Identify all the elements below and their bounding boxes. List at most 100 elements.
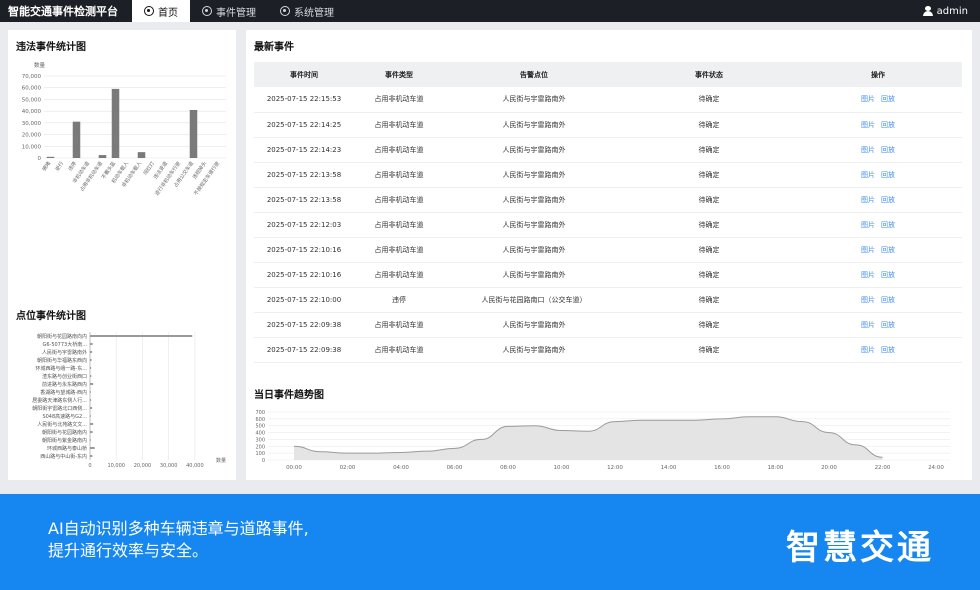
image-link[interactable]: 图片 <box>861 196 875 204</box>
playback-link[interactable]: 回放 <box>881 95 895 103</box>
location-bar-chart: 0 10,000 20,000 30,000 40,000 数量 朝阳街与花园路南向内G6-… <box>32 332 226 469</box>
x-tick-label: 02:00 <box>340 465 356 471</box>
playback-link[interactable]: 回放 <box>881 221 895 229</box>
cell-time: 2025-07-15 22:13:58 <box>254 187 354 213</box>
x-tick-label: 违停 <box>67 160 78 172</box>
x-tick-label: 00:00 <box>286 465 302 471</box>
playback-link[interactable]: 回放 <box>881 171 895 179</box>
col-time: 事件时间 <box>254 62 354 87</box>
table-row: 2025-07-15 22:15:53 占用非机动车道 人民街与宇雷路南外 待确定 图片… <box>254 87 962 113</box>
cell-status: 待确定 <box>624 187 794 213</box>
cell-type: 占用非机动车道 <box>354 237 444 263</box>
image-link[interactable]: 图片 <box>861 321 875 329</box>
x-tick-label: 30,000 <box>160 463 178 469</box>
playback-link[interactable]: 回放 <box>881 196 895 204</box>
x-tick-label: 逆行 <box>54 160 65 172</box>
banner-line-2: 提升通行效率与安全。 <box>48 541 209 560</box>
bar <box>90 375 92 377</box>
cell-status: 待确定 <box>624 212 794 238</box>
cell-actions: 图片 回放 <box>794 212 962 238</box>
x-tick-label: 12:00 <box>607 465 623 471</box>
nav-event-management-label: 事件管理 <box>216 7 256 19</box>
y-tick-label: 20,000 <box>22 133 42 139</box>
image-link[interactable]: 图片 <box>861 121 875 129</box>
violation-bar-chart: 数量 0 10,000 20,000 30,000 40,000 50,000 60,000 7… <box>22 61 226 197</box>
cell-actions: 图片 回放 <box>794 87 962 113</box>
bar <box>90 351 93 353</box>
image-link[interactable]: 图片 <box>861 296 875 304</box>
cell-actions: 图片 回放 <box>794 262 962 288</box>
table-row: 2025-07-15 22:14:23 占用非机动车道 人民街与宇雷路南外 待确定 图片… <box>254 137 962 163</box>
image-link[interactable]: 图片 <box>861 246 875 254</box>
cell-location: 人民街与宇雷路南外 <box>444 112 624 138</box>
latest-events-title: 最新事件 <box>254 42 294 53</box>
cell-status: 待确定 <box>624 112 794 138</box>
image-link[interactable]: 图片 <box>861 346 875 354</box>
nav-system-management[interactable]: 系统管理 <box>268 0 346 22</box>
playback-link[interactable]: 回放 <box>881 271 895 279</box>
cell-status: 待确定 <box>624 87 794 113</box>
y-tick-label: 700 <box>255 410 265 416</box>
y-tick-label: 朝阳街与华福路东西向 <box>37 357 87 364</box>
y-tick-label: 朝阳街与紫金路南内 <box>42 437 87 444</box>
banner-brand: 智慧交通 <box>786 528 934 568</box>
y-tick-label: 朝阳街与花园路南向内 <box>37 333 87 340</box>
bar <box>46 156 55 158</box>
playback-link[interactable]: 回放 <box>881 296 895 304</box>
playback-link[interactable]: 回放 <box>881 346 895 354</box>
image-link[interactable]: 图片 <box>861 171 875 179</box>
bar <box>90 343 93 345</box>
x-tick-label: 06:00 <box>447 465 463 471</box>
table-row: 2025-07-15 22:13:58 占用非机动车道 人民街与宇雷路南外 待确定 图片… <box>254 187 962 213</box>
y-tick-label: 70,000 <box>22 74 42 80</box>
banner-line-1: AI自动识别多种车辆违章与道路事件, <box>48 519 309 538</box>
app-title: 智能交通事件检测平台 <box>8 5 118 18</box>
col-status: 事件状态 <box>624 62 794 87</box>
y-tick-label: 环城西路与峨一路-东... <box>35 365 87 372</box>
image-link[interactable]: 图片 <box>861 221 875 229</box>
table-row: 2025-07-15 22:10:00 违停 人民街与花园路南口（公交车道） 待确定图… <box>254 287 962 313</box>
image-link[interactable]: 图片 <box>861 95 875 103</box>
nav-home-label: 首页 <box>158 7 178 19</box>
playback-link[interactable]: 回放 <box>881 121 895 129</box>
top-nav-bar: 智能交通事件检测平台 首页 事件管理 系统管理 admin <box>0 0 980 22</box>
y-tick-label: 300 <box>255 437 265 443</box>
col-type: 事件类型 <box>354 62 444 87</box>
nav-event-management[interactable]: 事件管理 <box>190 0 268 22</box>
cell-actions: 图片 回放 <box>794 137 962 163</box>
x-tick-label: 16:00 <box>714 465 730 471</box>
cell-time: 2025-07-15 22:10:16 <box>254 262 354 288</box>
image-link[interactable]: 图片 <box>861 146 875 154</box>
bar <box>98 155 107 158</box>
cell-type: 占用非机动车道 <box>354 312 444 338</box>
y-tick-label: 前进路与永东路西内 <box>42 381 87 388</box>
cell-time: 2025-07-15 22:09:38 <box>254 312 354 338</box>
y-tick-label: 10,000 <box>22 144 42 150</box>
cell-type: 占用非机动车道 <box>354 337 444 363</box>
cell-actions: 图片 回放 <box>794 287 962 313</box>
image-link[interactable]: 图片 <box>861 271 875 279</box>
playback-link[interactable]: 回放 <box>881 246 895 254</box>
cell-location: 人民街与宇雷路南外 <box>444 137 624 163</box>
y-tick-label: 居委路天津路东侧人行... <box>32 397 87 404</box>
table-row: 2025-07-15 22:10:16 占用非机动车道 人民街与宇雷路南外 待确定 图片… <box>254 262 962 288</box>
user-menu[interactable]: admin <box>922 6 980 17</box>
cell-actions: 图片 回放 <box>794 237 962 263</box>
y-tick-label: 400 <box>255 431 265 437</box>
cell-status: 待确定 <box>624 262 794 288</box>
x-axis-label: 数量 <box>216 457 226 464</box>
cell-time: 2025-07-15 22:14:25 <box>254 112 354 138</box>
bar <box>90 391 91 393</box>
cell-location: 人民街与宇雷路南外 <box>444 87 624 113</box>
cell-location: 人民街与宇雷路南外 <box>444 187 624 213</box>
nav-home[interactable]: 首页 <box>132 0 190 22</box>
banner-tagline: AI自动识别多种车辆违章与道路事件, 提升通行效率与安全。 <box>48 518 408 562</box>
y-tick-label: 西山路与中山街-东内 <box>40 453 87 460</box>
playback-link[interactable]: 回放 <box>881 146 895 154</box>
cell-status: 待确定 <box>624 162 794 188</box>
cell-type: 占用非机动车道 <box>354 187 444 213</box>
violation-chart-title: 违法事件统计图 <box>16 42 86 53</box>
bar <box>90 423 94 425</box>
playback-link[interactable]: 回放 <box>881 321 895 329</box>
x-tick-label: 04:00 <box>393 465 409 471</box>
